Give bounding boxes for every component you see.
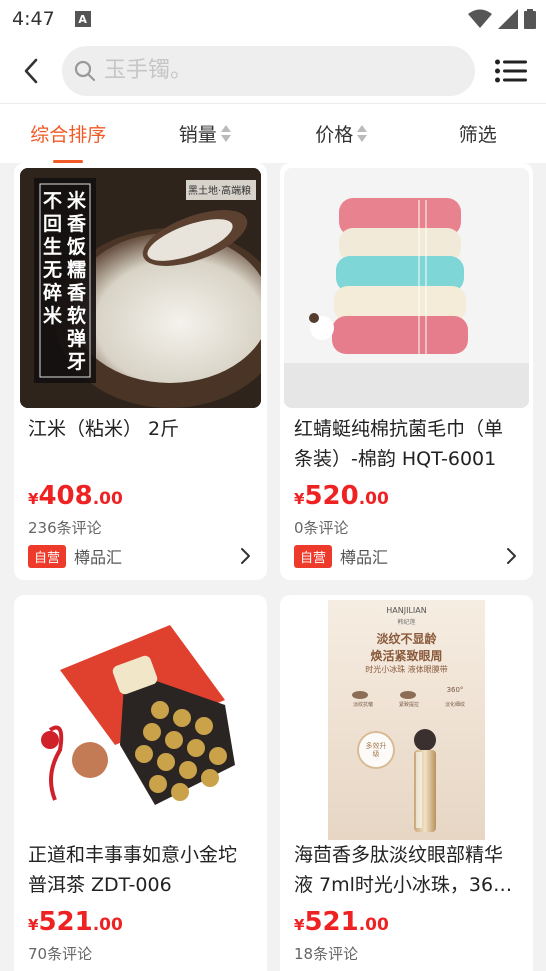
image-brand-sub: 韩纪莲 [397, 619, 416, 626]
notification-a-icon: A [74, 11, 91, 27]
chevron-right-icon [507, 548, 516, 564]
tab-label: 销量 [178, 124, 217, 146]
towels-image [284, 168, 529, 408]
product-title[interactable]: 海茴香多肽淡纹眼部精华液 7ml时光小冰珠，36… [294, 840, 516, 900]
product-card[interactable]: 正道和丰事事如意小金坨普洱茶 ZDT-006 ¥ 521 .00 70条评论 [14, 595, 267, 971]
image-brand: HANJILIAN [386, 606, 427, 615]
tab-price[interactable]: 价格 [273, 104, 410, 163]
image-tag: 黑土地·高端粮 [188, 186, 252, 197]
search-box[interactable] [62, 45, 475, 96]
price-decimal: .00 [92, 489, 123, 509]
sort-arrows-icon [220, 125, 231, 142]
image-line1: 淡纹不显龄 [376, 632, 437, 646]
price-decimal: .00 [358, 489, 389, 509]
shop-row[interactable]: 自营 樽品汇 [294, 544, 519, 568]
image-line2: 焕活紧致眼周 [370, 649, 443, 663]
search-header [0, 38, 546, 103]
list-icon [494, 59, 527, 82]
tab-label: 筛选 [458, 124, 497, 146]
image-line3: 时光小冰珠 液体眼膜带 [365, 665, 448, 674]
price-integer: 408 [38, 481, 93, 511]
back-button[interactable] [0, 38, 62, 103]
price-decimal: .00 [92, 915, 123, 935]
product-price: ¥ 520 .00 [294, 481, 389, 511]
product-title[interactable]: 红蜻蜓纯棉抗菌毛巾（单条装）-棉韵 HQT-6001 [294, 414, 516, 474]
currency-symbol: ¥ [294, 916, 305, 934]
currency-symbol: ¥ [28, 490, 39, 508]
search-input[interactable] [104, 58, 444, 83]
product-image[interactable]: HANJILIAN 韩纪莲 淡纹不显龄 焕活紧致眼周 时光小冰珠 液体眼膜带 淡… [328, 600, 485, 840]
review-count: 236条评论 [28, 519, 102, 537]
tab-comprehensive[interactable]: 综合排序 [0, 104, 137, 163]
signal-icon [498, 9, 518, 29]
tab-label: 综合排序 [30, 124, 107, 146]
tab-label: 价格 [315, 124, 354, 146]
currency-symbol: ¥ [28, 916, 39, 934]
battery-icon [524, 9, 536, 29]
review-count: 70条评论 [28, 945, 93, 963]
price-integer: 521 [38, 907, 93, 937]
price-integer: 520 [304, 481, 359, 511]
image-text-right: 米香饭糯 香软弹牙 [67, 190, 87, 373]
product-image[interactable]: 不回生 无碎米 米香饭糯 香软弹牙 黑土地·高端粮 [20, 168, 261, 408]
product-card[interactable]: HANJILIAN 韩纪莲 淡纹不显龄 焕活紧致眼周 时光小冰珠 液体眼膜带 淡… [280, 595, 533, 971]
product-price: ¥ 408 .00 [28, 481, 123, 511]
review-count: 18条评论 [294, 945, 359, 963]
product-price: ¥ 521 .00 [28, 907, 123, 937]
product-card[interactable]: 不回生 无碎米 米香饭糯 香软弹牙 黑土地·高端粮 江米（粘米） 2斤 ¥ 40… [14, 163, 267, 580]
product-image[interactable] [20, 600, 261, 840]
image-feature-4: 360° [446, 686, 464, 694]
tab-sales[interactable]: 销量 [137, 104, 274, 163]
image-feature-1: 淡纹抗皱 [352, 702, 373, 708]
status-icons [468, 9, 536, 29]
image-text-left: 不回生 无碎米 [43, 190, 63, 327]
chevron-right-icon [241, 548, 250, 564]
currency-symbol: ¥ [294, 490, 305, 508]
self-operated-badge: 自营 [28, 544, 67, 568]
status-time: 4:47 [12, 8, 55, 30]
wifi-icon [468, 9, 492, 28]
image-feature-2: 紧致提拉 [398, 702, 419, 708]
product-title[interactable]: 正道和丰事事如意小金坨普洱茶 ZDT-006 [28, 840, 250, 900]
image-upgrade-badge: 多效升级 [365, 742, 387, 758]
search-icon [74, 60, 96, 81]
price-integer: 521 [304, 907, 359, 937]
shop-name: 樽品汇 [74, 548, 123, 567]
sort-arrows-icon [357, 125, 368, 142]
shop-row[interactable]: 自营 樽品汇 [28, 544, 253, 568]
image-feature-3: 淡化细纹 [444, 702, 465, 708]
list-view-button[interactable] [475, 38, 546, 103]
sort-bar: 综合排序 销量 价格 筛选 [0, 103, 546, 163]
shop-name: 樽品汇 [340, 548, 389, 567]
tea-gift-box-image [20, 600, 261, 840]
chevron-left-icon [24, 58, 38, 83]
price-decimal: .00 [358, 915, 389, 935]
review-count: 0条评论 [294, 519, 349, 537]
product-card[interactable]: 红蜻蜓纯棉抗菌毛巾（单条装）-棉韵 HQT-6001 ¥ 520 .00 0条评… [280, 163, 533, 580]
status-bar: 4:47 A [0, 0, 546, 38]
product-grid: 不回生 无碎米 米香饭糯 香软弹牙 黑土地·高端粮 江米（粘米） 2斤 ¥ 40… [0, 163, 546, 971]
self-operated-badge: 自营 [294, 544, 333, 568]
product-title[interactable]: 江米（粘米） 2斤 [28, 414, 250, 444]
tab-filter[interactable]: 筛选 [410, 104, 546, 163]
product-image[interactable] [284, 168, 529, 408]
product-price: ¥ 521 .00 [294, 907, 389, 937]
